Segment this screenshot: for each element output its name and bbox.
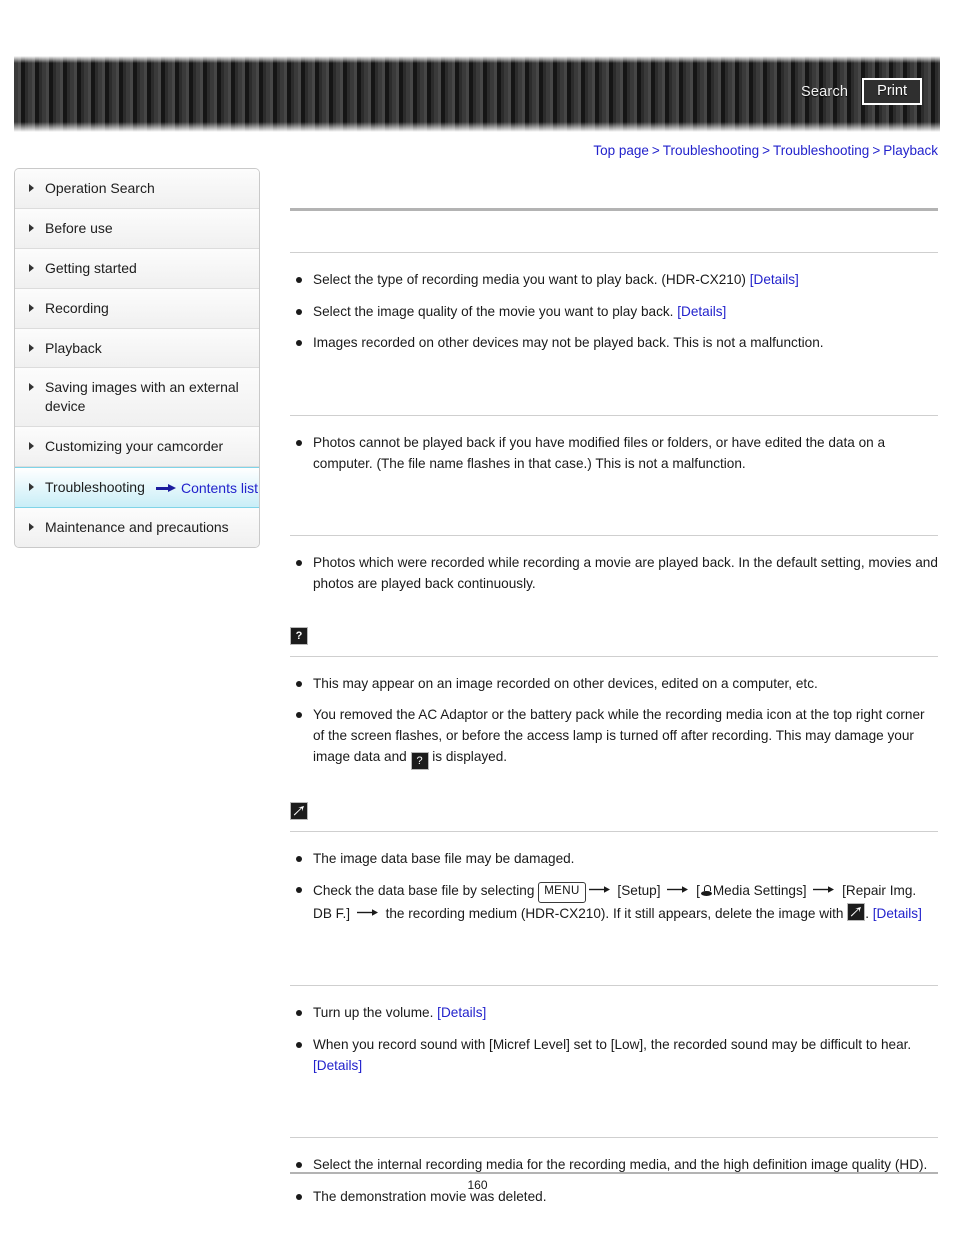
details-link[interactable]: [Details]: [437, 1005, 486, 1020]
sidebar-item-label: Operation Search: [45, 180, 155, 196]
triangle-right-icon: [29, 523, 34, 532]
contents-list-row: Contents list: [14, 480, 258, 496]
list-item: You removed the AC Adaptor or the batter…: [290, 705, 938, 770]
details-link[interactable]: [Details]: [873, 906, 922, 921]
question-mark-badge-icon: ?: [290, 627, 308, 646]
sidebar-item-before-use[interactable]: Before use: [15, 208, 259, 249]
breadcrumb: Top page > Troubleshooting > Troubleshooting…: [593, 143, 938, 158]
arrow-right-icon: [588, 880, 611, 901]
triangle-right-icon: [29, 442, 34, 451]
list-item: This may appear on an image recorded on …: [290, 674, 938, 695]
sidebar-item-recording[interactable]: Recording: [15, 288, 259, 329]
section-heading: [290, 374, 938, 415]
main-content: Select the type of recording media you w…: [290, 180, 938, 1228]
broken-image-badge-icon: [290, 802, 308, 821]
list-item: Images recorded on other devices may not…: [290, 333, 938, 354]
list-item: Turn up the volume. [Details]: [290, 1003, 938, 1024]
header-banner: Search Print: [14, 56, 940, 132]
details-link[interactable]: [Details]: [750, 272, 799, 287]
sidebar-item-label: Customizing your camcorder: [45, 438, 224, 455]
sidebar-item-label: Recording: [45, 299, 109, 316]
bullet-list: This may appear on an image recorded on …: [290, 657, 938, 790]
triangle-right-icon: [29, 184, 34, 192]
arrow-right-icon: [356, 903, 379, 924]
triangle-right-icon: [29, 303, 34, 312]
content-section: Select the internal recording media for …: [290, 1096, 938, 1227]
breadcrumb-separator: >: [872, 143, 881, 158]
content-section: The image data base file may be damaged.…: [290, 790, 938, 945]
list-item: Check the data base file by selecting ME…: [290, 880, 938, 924]
arrow-right-icon: [667, 880, 689, 901]
footer-divider: [290, 1172, 938, 1174]
section-heading: [290, 944, 938, 985]
section-heading: [290, 790, 938, 831]
bullet-list: Photos which were recorded while recordi…: [290, 536, 938, 614]
sidebar-item-playback[interactable]: Playback: [15, 328, 259, 369]
sidebar-item-label: Playback: [45, 339, 102, 356]
question-mark-badge-icon: ?: [410, 751, 429, 770]
page-title: [290, 180, 938, 208]
section-heading: ?: [290, 615, 938, 656]
sidebar-item-label: Maintenance and precautions: [45, 519, 229, 536]
details-link[interactable]: [Details]: [677, 304, 726, 319]
breadcrumb-item-2[interactable]: Troubleshooting: [663, 143, 759, 158]
bullet-list: Turn up the volume. [Details] When you re…: [290, 986, 938, 1096]
content-section: Photos cannot be played back if you have…: [290, 374, 938, 494]
content-section: Turn up the volume. [Details] When you re…: [290, 944, 938, 1096]
header-actions: Search Print: [801, 78, 922, 105]
media-icon: [700, 885, 713, 897]
section-heading: [290, 211, 938, 252]
list-item: Photos cannot be played back if you have…: [290, 433, 938, 474]
sidebar-item-getting-started[interactable]: Getting started: [15, 248, 259, 289]
content-section: ? This may appear on an image recorded on…: [290, 615, 938, 790]
sidebar-item-maintenance-and-precautions[interactable]: Maintenance and precautions: [15, 508, 259, 547]
broken-image-badge-icon: [847, 902, 866, 921]
sections-container: Select the type of recording media you w…: [290, 211, 938, 1228]
sidebar-item-saving-images-with-an-external-device[interactable]: Saving images with an external device: [15, 368, 259, 428]
list-item: The image data base file may be damaged.: [290, 849, 938, 870]
bullet-list: The image data base file may be damaged.…: [290, 832, 938, 945]
triangle-right-icon: [29, 383, 34, 392]
arrow-right-icon: [813, 880, 835, 901]
breadcrumb-separator: >: [651, 143, 660, 158]
triangle-right-icon: [29, 263, 34, 272]
page-number: 160: [467, 1178, 488, 1192]
sidebar-item-operation-search[interactable]: Operation Search: [15, 169, 259, 209]
breadcrumb-item-4[interactable]: Playback: [883, 143, 938, 158]
breadcrumb-item-1[interactable]: Top page: [593, 143, 649, 158]
details-link[interactable]: [Details]: [313, 1058, 362, 1073]
list-item: When you record sound with [Micref Level…: [290, 1035, 938, 1076]
sidebar-item-label: Saving images with an external device: [45, 379, 239, 415]
sidebar-item-label: Before use: [45, 219, 113, 236]
triangle-right-icon: [29, 223, 34, 232]
menu-button-icon: MENU: [538, 882, 586, 903]
list-item: Photos which were recorded while recordi…: [290, 553, 938, 594]
sidebar-item-label: Getting started: [45, 259, 137, 276]
list-item: Select the type of recording media you w…: [290, 270, 938, 291]
bullet-list: Photos cannot be played back if you have…: [290, 416, 938, 494]
content-section: Photos which were recorded while recordi…: [290, 494, 938, 614]
content-section: Select the type of recording media you w…: [290, 211, 938, 374]
search-link[interactable]: Search: [801, 84, 848, 100]
section-heading: [290, 1096, 938, 1137]
triangle-right-icon: [29, 343, 34, 352]
breadcrumb-separator: >: [762, 143, 770, 158]
print-button[interactable]: Print: [862, 78, 922, 105]
sidebar-item-customizing-your-camcorder[interactable]: Customizing your camcorder: [15, 427, 259, 468]
bullet-list: Select the type of recording media you w…: [290, 253, 938, 374]
breadcrumb-item-3[interactable]: Troubleshooting: [773, 143, 869, 158]
contents-list-link[interactable]: Contents list: [181, 480, 258, 496]
section-heading: [290, 494, 938, 535]
arrow-right-icon: [155, 483, 176, 493]
list-item: Select the image quality of the movie yo…: [290, 302, 938, 323]
